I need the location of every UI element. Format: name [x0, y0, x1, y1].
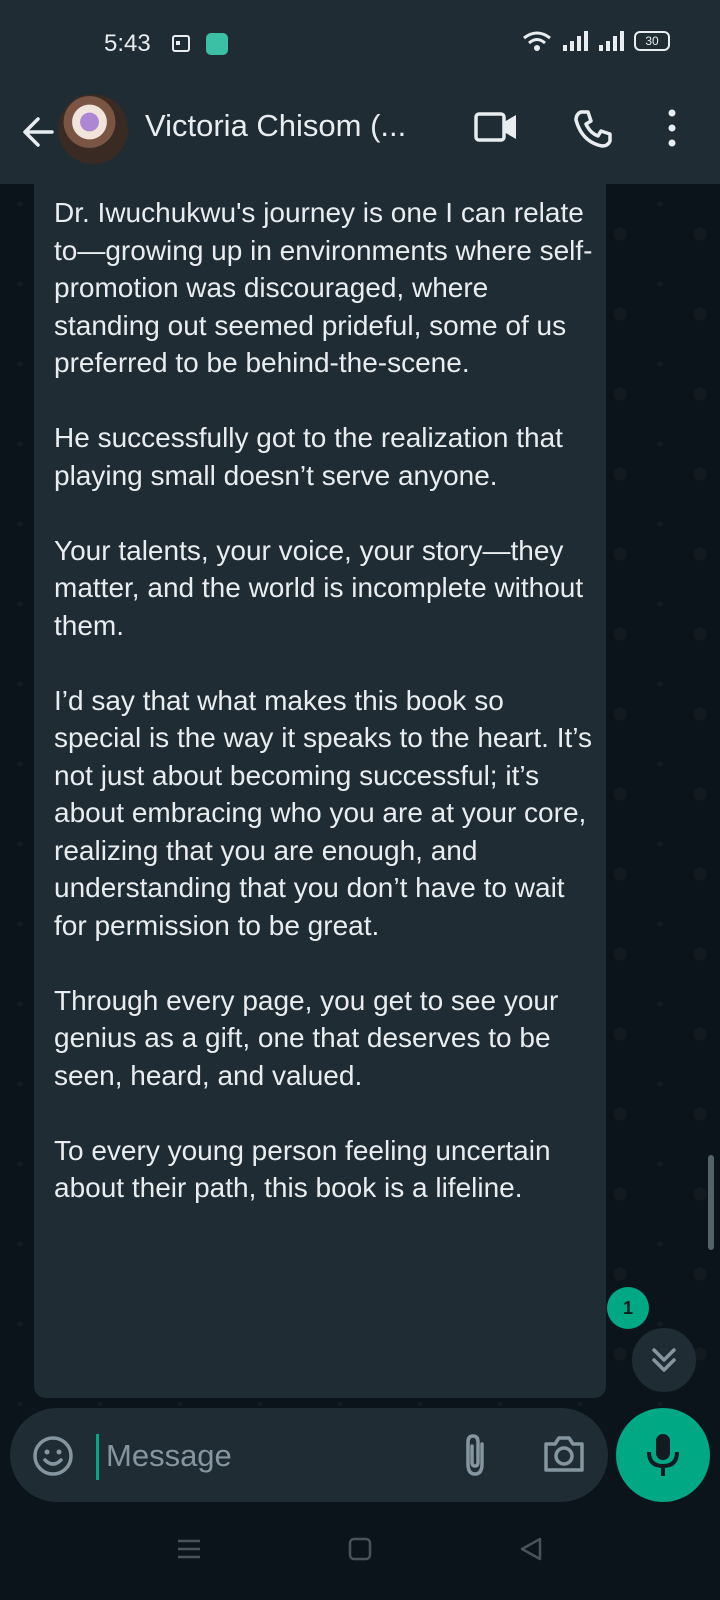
text-caret	[96, 1434, 99, 1480]
battery-icon: 30	[634, 31, 670, 51]
video-call-icon[interactable]	[474, 110, 518, 144]
attachment-icon[interactable]	[460, 1432, 490, 1478]
home-icon[interactable]	[348, 1536, 372, 1562]
status-time: 5:43	[104, 30, 151, 57]
message-paragraph: He successfully got to the realization t…	[54, 422, 563, 491]
calendar-icon	[172, 35, 190, 52]
message-text: Dr. Iwuchukwu's journey is one I can rel…	[54, 194, 594, 1244]
emoji-icon[interactable]	[32, 1435, 74, 1477]
signal-icon-2	[599, 31, 624, 51]
message-bubble[interactable]: Dr. Iwuchukwu's journey is one I can rel…	[34, 184, 606, 1398]
status-bar: 5:43 30	[0, 0, 720, 90]
message-paragraph: Your talents, your voice, your story—the…	[54, 534, 584, 641]
back-arrow-icon[interactable]	[18, 112, 58, 152]
microphone-icon	[647, 1434, 679, 1476]
message-paragraph: To every young person feeling uncertain …	[54, 1134, 551, 1204]
message-paragraph: I’d say that what makes this book so spe…	[54, 684, 592, 941]
chat-header: Victoria Chisom (...	[0, 90, 720, 184]
voice-call-icon[interactable]	[572, 108, 614, 150]
recent-apps-icon[interactable]	[176, 1536, 202, 1562]
voice-message-button[interactable]	[616, 1408, 710, 1502]
scrollbar[interactable]	[708, 1155, 714, 1250]
system-navigation-bar	[0, 1504, 720, 1600]
message-composer	[10, 1408, 608, 1502]
chat-area: Dr. Iwuchukwu's journey is one I can rel…	[0, 184, 720, 1406]
signal-icon	[563, 31, 588, 51]
camera-icon[interactable]	[542, 1434, 586, 1474]
wifi-icon	[523, 31, 551, 51]
contact-avatar[interactable]	[58, 94, 128, 164]
message-input[interactable]	[104, 1430, 428, 1482]
more-options-icon[interactable]	[664, 108, 680, 148]
message-paragraph: Dr. Iwuchukwu's journey is one I can rel…	[54, 197, 593, 378]
app-notification-icon	[206, 33, 228, 55]
status-indicators: 30	[522, 30, 670, 52]
back-icon[interactable]	[518, 1536, 544, 1562]
unread-count-badge: 1	[607, 1287, 649, 1329]
scroll-to-bottom-button[interactable]	[632, 1328, 696, 1392]
contact-name[interactable]: Victoria Chisom (...	[145, 108, 445, 144]
message-paragraph: Through every page, you get to see your …	[54, 984, 559, 1091]
double-chevron-down-icon	[652, 1348, 676, 1372]
